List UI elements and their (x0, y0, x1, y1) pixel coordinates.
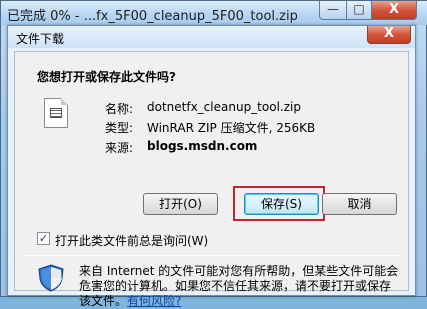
file-name-label: 名称: (105, 102, 134, 116)
dialog-question: 您想打开或保存此文件吗? (37, 70, 176, 84)
security-shield-icon (38, 264, 64, 292)
save-button[interactable]: 保存(S) (244, 193, 319, 215)
minimize-button[interactable]: — (319, 1, 347, 20)
dialog-titlebar[interactable]: 文件下载 X (8, 26, 415, 48)
file-source-value: blogs.msdn.com (147, 139, 258, 153)
file-type-label: 类型: (105, 121, 134, 135)
cancel-button[interactable]: 取消 (322, 193, 397, 215)
dialog-title: 文件下载 (16, 32, 65, 46)
content-divider (25, 255, 398, 256)
window-titlebar[interactable]: 已完成 0% - ...fx_5F00_cleanup_5F00_tool.zi… (1, 1, 427, 25)
maximize-button[interactable]: □ (346, 1, 372, 20)
file-source-label: 来源: (105, 141, 134, 155)
file-download-dialog: 文件下载 X 您想打开或保存此文件吗? 名称: dotnetfx_cleanup… (7, 25, 416, 308)
zip-stripes (50, 108, 62, 118)
always-ask-checkbox[interactable]: ✓ (37, 232, 50, 245)
file-fold-corner (61, 98, 68, 105)
window-close-button[interactable]: X (371, 1, 417, 20)
zip-file-icon (44, 98, 68, 128)
file-name-value: dotnetfx_cleanup_tool.zip (147, 100, 301, 114)
risk-link[interactable]: 有何风险? (127, 294, 181, 308)
open-button[interactable]: 打开(O) (143, 193, 218, 215)
security-warning: 来自 Internet 的文件可能对您有所帮助，但某些文件可能会危害您的计算机。… (79, 264, 399, 309)
dialog-content: 您想打开或保存此文件吗? 名称: dotnetfx_cleanup_tool.z… (14, 51, 409, 308)
browser-window: 已完成 0% - ...fx_5F00_cleanup_5F00_tool.zi… (0, 0, 427, 308)
window-title: 已完成 0% - ...fx_5F00_cleanup_5F00_tool.zi… (7, 9, 297, 24)
always-ask-label[interactable]: 打开此类文件前总是询问(W) (55, 232, 208, 249)
file-type-value: WinRAR ZIP 压缩文件, 256KB (147, 121, 316, 135)
dialog-close-button[interactable]: X (367, 26, 411, 44)
